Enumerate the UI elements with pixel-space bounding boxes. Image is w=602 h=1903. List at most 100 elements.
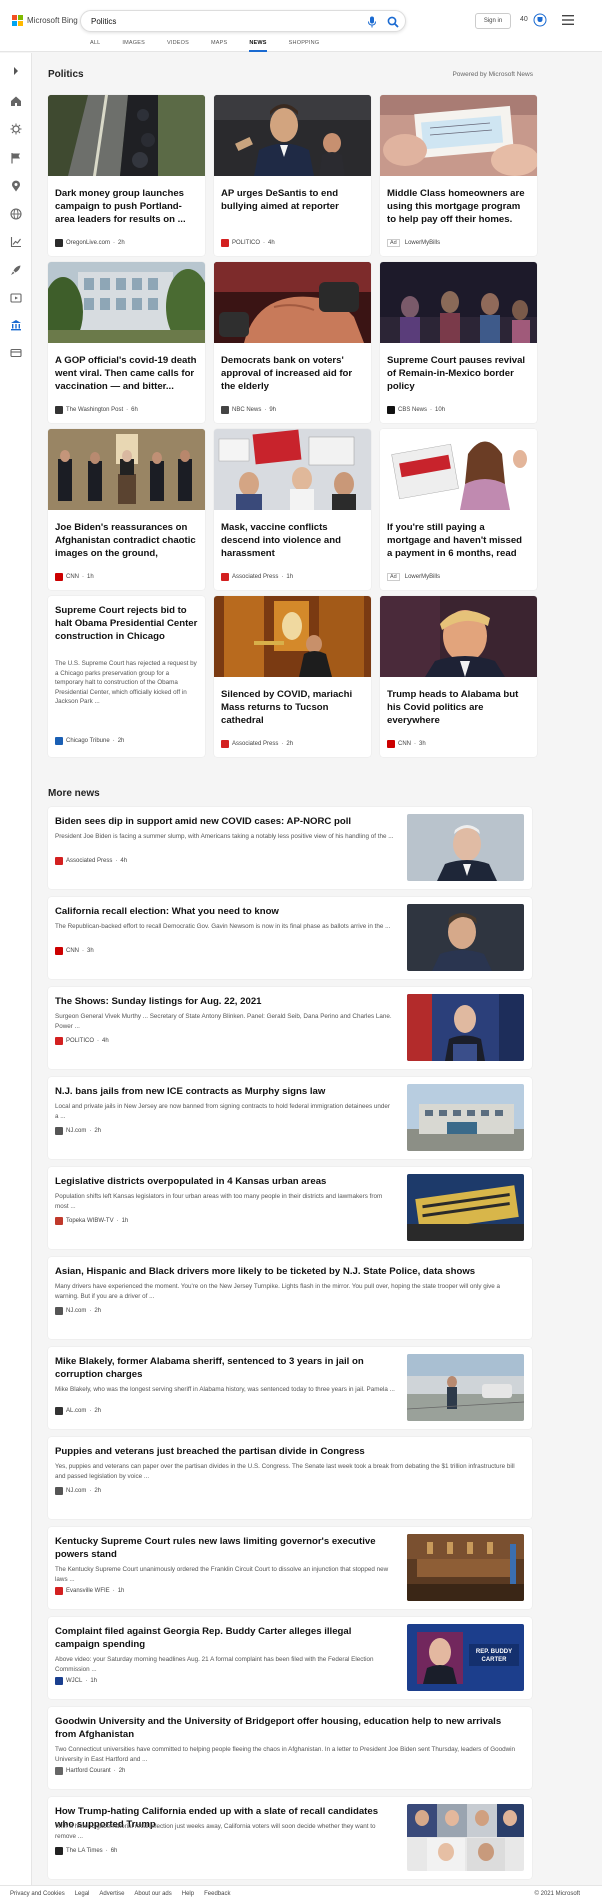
card-headline[interactable]: Middle Class homeowners are using this m… [387, 187, 530, 227]
source-logo-icon [221, 740, 229, 748]
list-item[interactable]: Goodwin University and the University of… [48, 1707, 532, 1789]
card-headline[interactable]: A GOP official's covid-19 death went vir… [55, 354, 198, 393]
microsoft-logo-icon [12, 15, 23, 26]
location-pin-icon[interactable] [10, 180, 22, 192]
news-card[interactable]: Middle Class homeowners are using this m… [380, 95, 537, 256]
list-item[interactable]: Legislative districts overpopulated in 4… [48, 1167, 532, 1249]
item-snippet: Yes, puppies and veterans can paper over… [55, 1463, 515, 1480]
item-headline[interactable]: Puppies and veterans just breached the p… [55, 1445, 525, 1458]
search-icon[interactable] [387, 16, 399, 28]
coronavirus-icon[interactable] [10, 123, 22, 135]
news-card[interactable]: Dark money group launches campaign to pu… [48, 95, 205, 256]
card-headline[interactable]: If you're still paying a mortgage and ha… [387, 521, 530, 561]
card-image-aerial-road [48, 95, 205, 176]
item-headline[interactable]: Kentucky Supreme Court rules new laws li… [55, 1535, 395, 1561]
news-card[interactable]: Trump heads to Alabama but his Covid pol… [380, 596, 537, 757]
tab-images[interactable]: IMAGES [122, 40, 145, 52]
rocket-icon[interactable] [10, 264, 22, 276]
item-headline[interactable]: Goodwin University and the University of… [55, 1715, 525, 1741]
flag-icon[interactable] [10, 152, 22, 164]
card-source: Associated Press · 2h [221, 740, 293, 748]
search-input[interactable] [91, 14, 341, 29]
item-image-candidate-collage [407, 1804, 524, 1871]
item-headline[interactable]: Biden sees dip in support amid new COVID… [55, 815, 395, 828]
news-card[interactable]: AP urges DeSantis to end bullying aimed … [214, 95, 371, 256]
footer-link-privacy[interactable]: Privacy and Cookies [10, 1891, 65, 1897]
globe-icon[interactable] [10, 208, 22, 220]
footer-link-help[interactable]: Help [182, 1891, 194, 1897]
news-card[interactable]: A GOP official's covid-19 death went vir… [48, 262, 205, 423]
source-logo-icon [55, 1307, 63, 1315]
entertainment-icon[interactable] [10, 292, 22, 304]
news-card[interactable]: If you're still paying a mortgage and ha… [380, 429, 537, 590]
tab-maps[interactable]: MAPS [211, 40, 227, 52]
footer-link-legal[interactable]: Legal [75, 1891, 90, 1897]
news-card[interactable]: Democrats bank on voters' approval of in… [214, 262, 371, 423]
item-headline[interactable]: Asian, Hispanic and Black drivers more l… [55, 1265, 525, 1278]
sign-in-button[interactable]: Sign in [475, 13, 511, 29]
card-headline[interactable]: Democrats bank on voters' approval of in… [221, 354, 364, 393]
item-headline[interactable]: Mike Blakely, former Alabama sheriff, se… [55, 1355, 395, 1381]
microphone-icon[interactable] [367, 16, 377, 28]
news-card[interactable]: Silenced by COVID, mariachi Mass returns… [214, 596, 371, 757]
tab-all[interactable]: ALL [90, 40, 100, 52]
list-item[interactable]: Biden sees dip in support amid new COVID… [48, 807, 532, 889]
card-source: Chicago Tribune · 2h [55, 737, 124, 745]
card-headline[interactable]: Silenced by COVID, mariachi Mass returns… [221, 688, 364, 727]
news-card[interactable]: Supreme Court pauses revival of Remain-i… [380, 262, 537, 423]
source-logo-icon [55, 1037, 63, 1045]
item-image-newsom [407, 904, 524, 971]
news-card[interactable]: Mask, vaccine conflicts descend into vio… [214, 429, 371, 590]
item-image-jail-building [407, 1084, 524, 1151]
card-source: CBS News · 10h [387, 406, 445, 414]
tab-shopping[interactable]: SHOPPING [289, 40, 320, 52]
news-card[interactable]: Joe Biden's reassurances on Afghanistan … [48, 429, 205, 590]
list-item[interactable]: Complaint filed against Georgia Rep. Bud… [48, 1617, 532, 1699]
footer-link-feedback[interactable]: Feedback [204, 1891, 230, 1897]
list-item[interactable]: The Shows: Sunday listings for Aug. 22, … [48, 987, 532, 1069]
source-logo-icon [387, 406, 395, 414]
item-source: POLITICO · 4h [55, 1037, 109, 1045]
list-item[interactable]: How Trump-hating California ended up wit… [48, 1797, 532, 1879]
item-headline[interactable]: N.J. bans jails from new ICE contracts a… [55, 1085, 395, 1098]
item-headline[interactable]: Legislative districts overpopulated in 4… [55, 1175, 395, 1188]
list-item[interactable]: Puppies and veterans just breached the p… [48, 1437, 532, 1519]
footer-link-about-ads[interactable]: About our ads [134, 1891, 171, 1897]
footer-links: Privacy and Cookies Legal Advertise Abou… [10, 1891, 230, 1897]
politics-capitol-icon[interactable] [10, 319, 22, 331]
hamburger-menu-icon[interactable] [562, 15, 574, 25]
tab-videos[interactable]: VIDEOS [167, 40, 189, 52]
card-headline[interactable]: Trump heads to Alabama but his Covid pol… [387, 688, 530, 727]
list-item[interactable]: Kentucky Supreme Court rules new laws li… [48, 1527, 532, 1609]
item-headline[interactable]: California recall election: What you nee… [55, 905, 395, 918]
source-logo-icon [55, 1847, 63, 1855]
footer-link-advertise[interactable]: Advertise [99, 1891, 124, 1897]
list-item[interactable]: California recall election: What you nee… [48, 897, 532, 979]
tab-news[interactable]: NEWS [249, 40, 267, 52]
item-snippet: Many drivers have experienced the moment… [55, 1283, 501, 1300]
card-headline[interactable]: AP urges DeSantis to end bullying aimed … [221, 187, 364, 213]
powered-by-label: Powered by Microsoft News [452, 71, 533, 78]
card-headline[interactable]: Mask, vaccine conflicts descend into vio… [221, 521, 364, 560]
card-headline[interactable]: Supreme Court rejects bid to halt Obama … [55, 604, 198, 643]
item-headline[interactable]: Complaint filed against Georgia Rep. Bud… [55, 1625, 395, 1651]
news-card[interactable]: Supreme Court rejects bid to halt Obama … [48, 596, 205, 757]
search-box[interactable] [80, 10, 406, 32]
business-chart-icon[interactable] [10, 236, 22, 248]
graphic-caption-line1: REP. BUDDY [476, 1649, 512, 1655]
item-source: Topeka WIBW-TV · 1h [55, 1217, 128, 1225]
bing-logo[interactable]: Microsoft Bing [12, 15, 78, 26]
list-item[interactable]: Asian, Hispanic and Black drivers more l… [48, 1257, 532, 1339]
card-headline[interactable]: Dark money group launches campaign to pu… [55, 187, 198, 226]
more-categories-icon[interactable] [10, 347, 22, 359]
source-logo-icon [55, 1587, 63, 1595]
list-item[interactable]: N.J. bans jails from new ICE contracts a… [48, 1077, 532, 1159]
expand-sidebar-icon[interactable] [10, 65, 22, 77]
rewards-trophy-icon[interactable] [533, 13, 547, 27]
list-item[interactable]: Mike Blakely, former Alabama sheriff, se… [48, 1347, 532, 1429]
card-source: The Washington Post · 6h [55, 406, 138, 414]
card-headline[interactable]: Joe Biden's reassurances on Afghanistan … [55, 521, 198, 561]
home-icon[interactable] [10, 95, 22, 107]
item-headline[interactable]: The Shows: Sunday listings for Aug. 22, … [55, 995, 395, 1008]
card-headline[interactable]: Supreme Court pauses revival of Remain-i… [387, 354, 530, 393]
